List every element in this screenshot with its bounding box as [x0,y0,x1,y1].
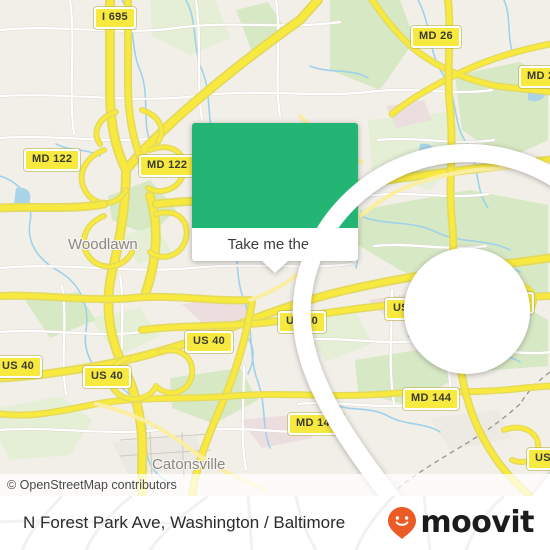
location-caption: N Forest Park Ave, Washington / Baltimor… [23,513,346,532]
moovit-logo[interactable]: moovit [387,506,534,540]
road-shield-md122-west: MD 122 [24,149,81,171]
moovit-smiley-pin-icon [388,507,417,539]
map-pin-icon [292,144,550,496]
moovit-wordmark: moovit [420,505,534,540]
map-canvas[interactable]: .green { fill:#d7e8c4; } .green2 { fill:… [0,0,550,496]
road-shield-md26: MD 26 [411,26,461,48]
callout-header [192,123,550,496]
road-shield-i695: I 695 [94,7,136,29]
map-attribution[interactable]: © OpenStreetMap contributors [0,474,550,496]
road-shield-us40-f: US 40 [83,366,132,388]
callout-pointer-tail [262,261,288,273]
road-shield-us40-e: US 40 [0,356,43,378]
location-callout[interactable]: Take me there [192,123,550,496]
road-shield-md2: MD 2 [519,66,550,88]
road-shield-md122-east: MD 122 [139,155,196,177]
footer-bar: N Forest Park Ave, Washington / Baltimor… [0,496,550,550]
screenshot-root: .green { fill:#d7e8c4; } .green2 { fill:… [0,0,550,550]
place-label-woodlawn: Woodlawn [68,236,138,253]
